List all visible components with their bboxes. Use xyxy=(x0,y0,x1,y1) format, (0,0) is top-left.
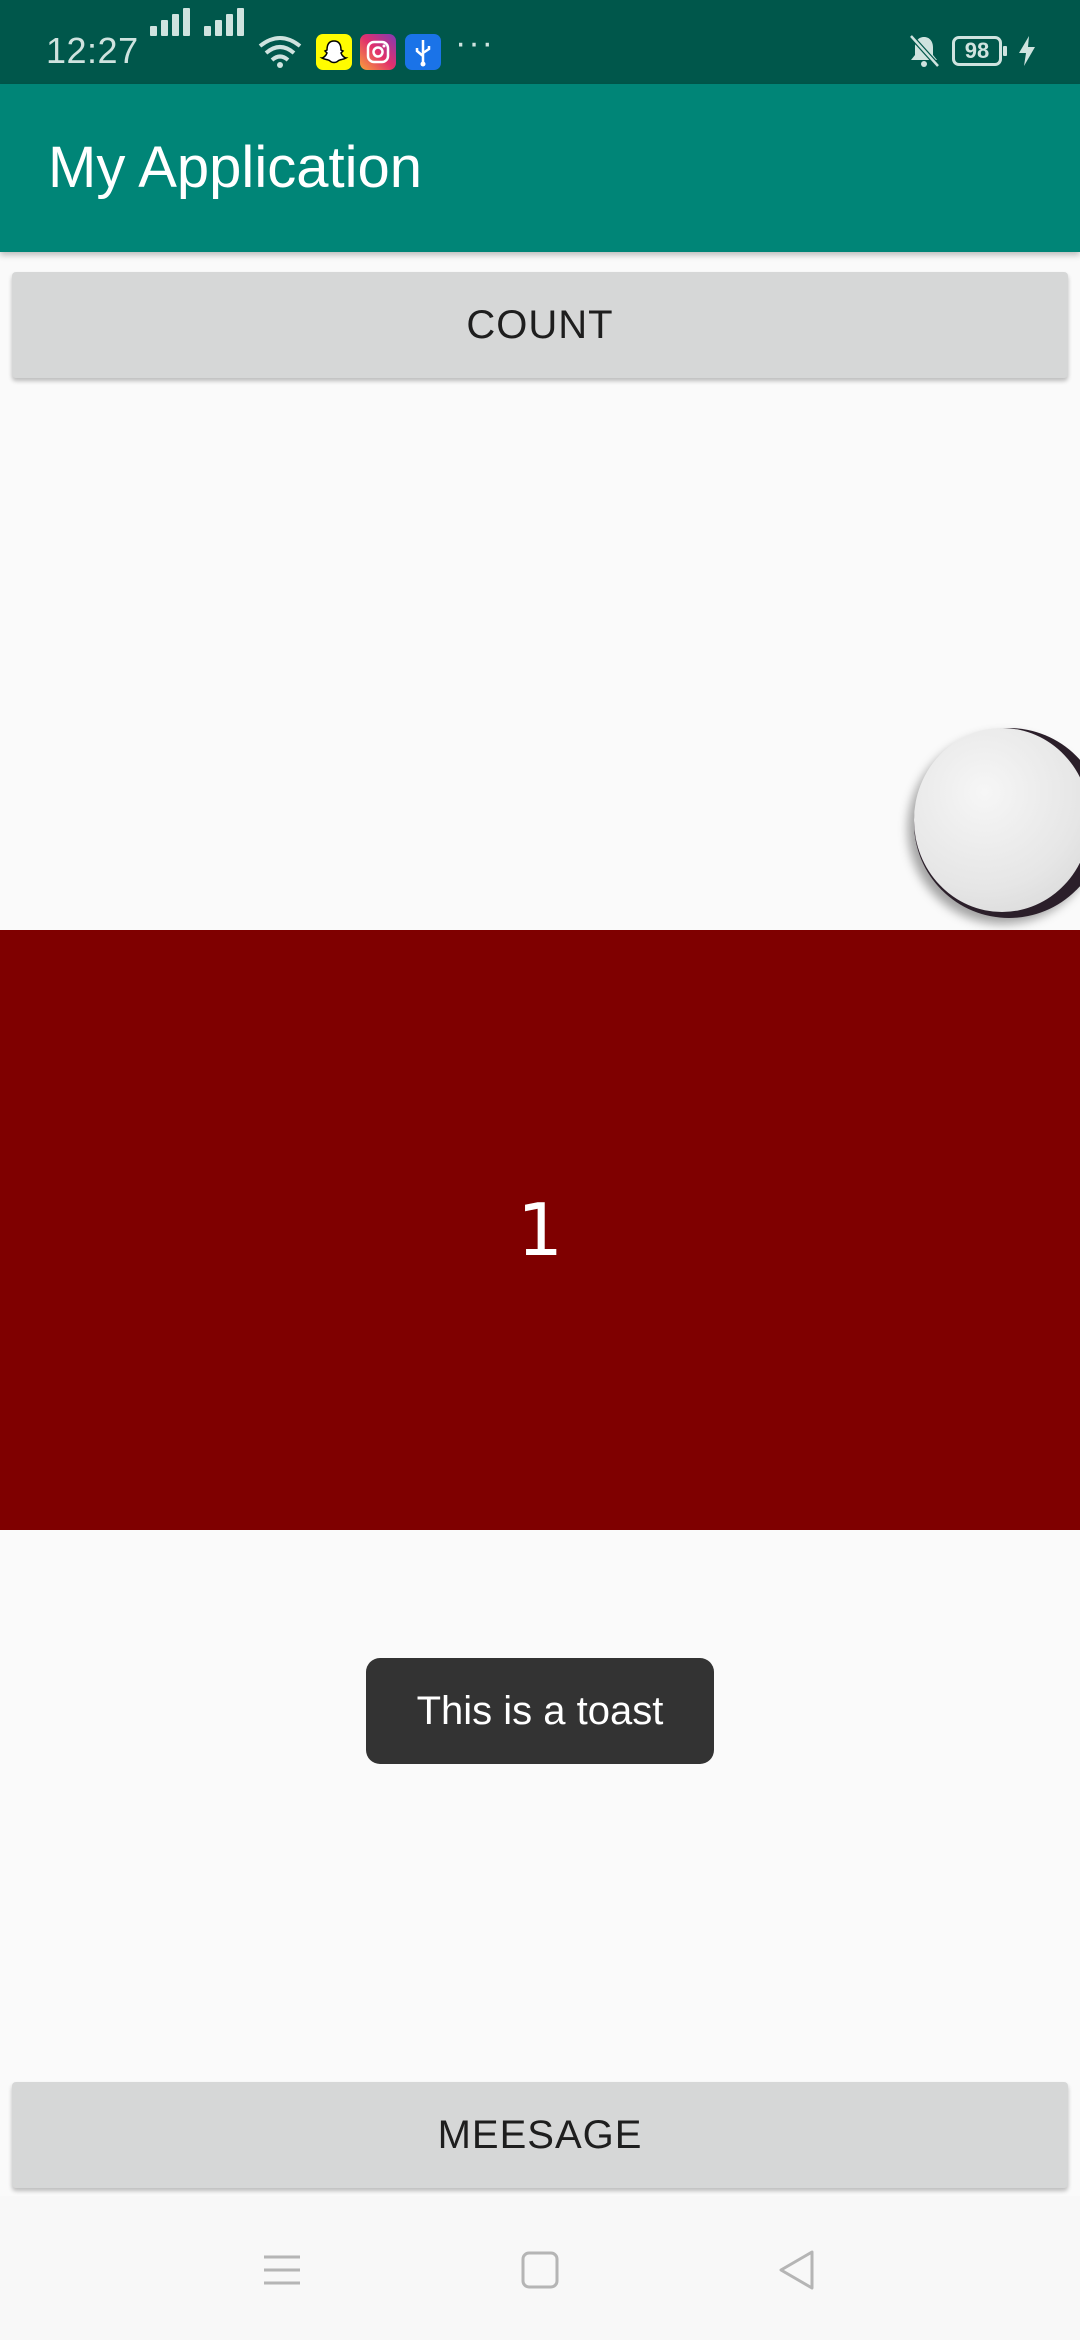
bell-off-icon xyxy=(909,34,940,68)
home-icon[interactable] xyxy=(510,2240,570,2300)
bubble-avatar-icon xyxy=(914,728,1080,912)
count-value: 1 xyxy=(517,1188,563,1272)
snapchat-icon xyxy=(316,34,352,70)
app-title: My Application xyxy=(48,135,422,200)
screen: 12:27 ··· 98 My Application COUNT 1 This… xyxy=(0,0,1080,2340)
toast-message: This is a toast xyxy=(366,1658,714,1764)
navigation-bar xyxy=(0,2196,1080,2340)
back-icon[interactable] xyxy=(766,2240,826,2300)
status-time: 12:27 xyxy=(46,30,139,71)
usb-icon xyxy=(405,34,441,70)
instagram-icon xyxy=(360,34,396,70)
message-button[interactable]: MEESAGE xyxy=(12,2082,1068,2188)
charging-icon xyxy=(1019,36,1035,66)
battery-icon: 98 xyxy=(952,36,1007,66)
count-button[interactable]: COUNT xyxy=(12,272,1068,378)
count-display: 1 xyxy=(0,930,1080,1530)
floating-bubble[interactable] xyxy=(914,728,1080,918)
more-notifications-icon: ··· xyxy=(455,24,495,62)
wifi-icon xyxy=(258,36,302,68)
menu-icon[interactable] xyxy=(252,2240,312,2300)
app-bar: My Application xyxy=(0,84,1080,252)
status-bar: 12:27 ··· 98 xyxy=(0,0,1080,84)
